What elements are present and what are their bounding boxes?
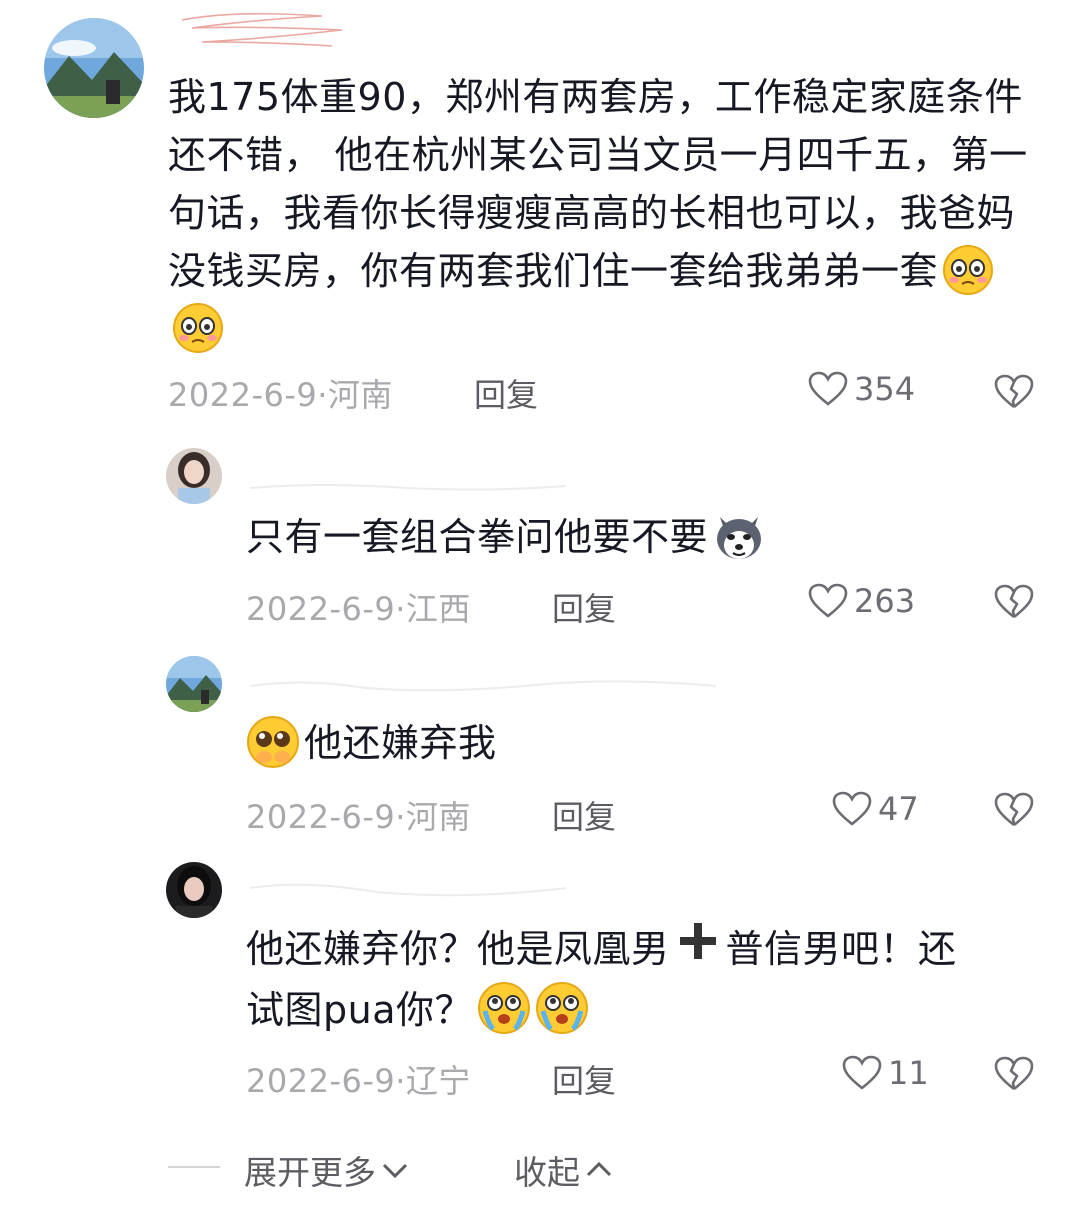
heart-icon	[808, 371, 848, 406]
heart-icon	[842, 1055, 882, 1090]
redacted-username-scribble	[249, 680, 717, 692]
reply-text: 他还嫌弃你？他是凤凰男 普信男吧！还 试图pua你？	[246, 920, 1036, 1039]
redacted-username-scribble	[249, 484, 567, 491]
landscape-avatar-icon	[166, 656, 222, 712]
girl-avatar-icon	[166, 448, 222, 504]
reply-button[interactable]: 回复	[552, 584, 616, 630]
like-count: 354	[854, 370, 916, 408]
like-button[interactable]: 354	[808, 370, 915, 408]
chevron-up-icon	[586, 1161, 612, 1177]
avatar-reply-1[interactable]	[166, 448, 222, 504]
comment-meta: 2022-6-9·河南	[168, 376, 393, 414]
dislike-button[interactable]	[994, 792, 1034, 832]
heart-icon	[808, 583, 848, 618]
broken-heart-icon	[994, 584, 1034, 619]
dislike-button[interactable]	[994, 1056, 1034, 1096]
crying-face-icon	[477, 981, 531, 1035]
broken-heart-icon	[994, 1056, 1034, 1091]
husky-dog-icon	[712, 509, 766, 563]
heart-icon	[832, 791, 872, 826]
comment-text: 我175体重90，郑州有两套房，工作稳定家庭条件还不错， 他在杭州某公司当文员一…	[168, 68, 1048, 358]
crying-face-icon	[535, 981, 589, 1035]
reply-text: 只有一套组合拳问他要不要	[246, 508, 766, 567]
broken-heart-icon	[994, 792, 1034, 827]
reply-meta: 2022-6-9·河南	[246, 798, 471, 836]
girl-avatar-icon	[166, 862, 222, 918]
reply-button[interactable]: 回复	[474, 370, 538, 416]
reply-meta: 2022-6-9·江西	[246, 590, 471, 628]
collapse-button[interactable]: 收起	[514, 1146, 614, 1194]
plus-icon	[678, 919, 718, 977]
avatar-main[interactable]	[44, 18, 144, 118]
pleading-face-icon	[246, 715, 300, 769]
like-count: 11	[888, 1054, 929, 1092]
flushed-face-icon	[942, 244, 994, 296]
landscape-avatar-icon	[44, 18, 144, 118]
chevron-down-icon	[382, 1163, 408, 1179]
dislike-button[interactable]	[994, 374, 1034, 414]
like-count: 47	[878, 790, 919, 828]
avatar-reply-2[interactable]	[166, 656, 222, 712]
reply-text: 他还嫌弃我	[246, 714, 497, 773]
reply-meta: 2022-6-9·辽宁	[246, 1062, 471, 1100]
reply-button[interactable]: 回复	[552, 792, 616, 838]
avatar-reply-3[interactable]	[166, 862, 222, 918]
reply-button[interactable]: 回复	[552, 1056, 616, 1102]
like-button[interactable]: 11	[842, 1054, 929, 1092]
like-button[interactable]: 263	[808, 582, 915, 620]
like-count: 263	[854, 582, 916, 620]
expand-more-button[interactable]: 展开更多	[244, 1146, 410, 1194]
like-button[interactable]: 47	[832, 790, 919, 828]
collapse-label: 收起	[514, 1153, 580, 1192]
flushed-face-icon	[172, 302, 224, 354]
dislike-button[interactable]	[994, 584, 1034, 624]
broken-heart-icon	[994, 374, 1034, 409]
divider	[168, 1166, 220, 1168]
redacted-username-scribble	[181, 12, 343, 47]
redacted-username-scribble	[249, 883, 567, 897]
expand-more-label: 展开更多	[244, 1153, 376, 1192]
